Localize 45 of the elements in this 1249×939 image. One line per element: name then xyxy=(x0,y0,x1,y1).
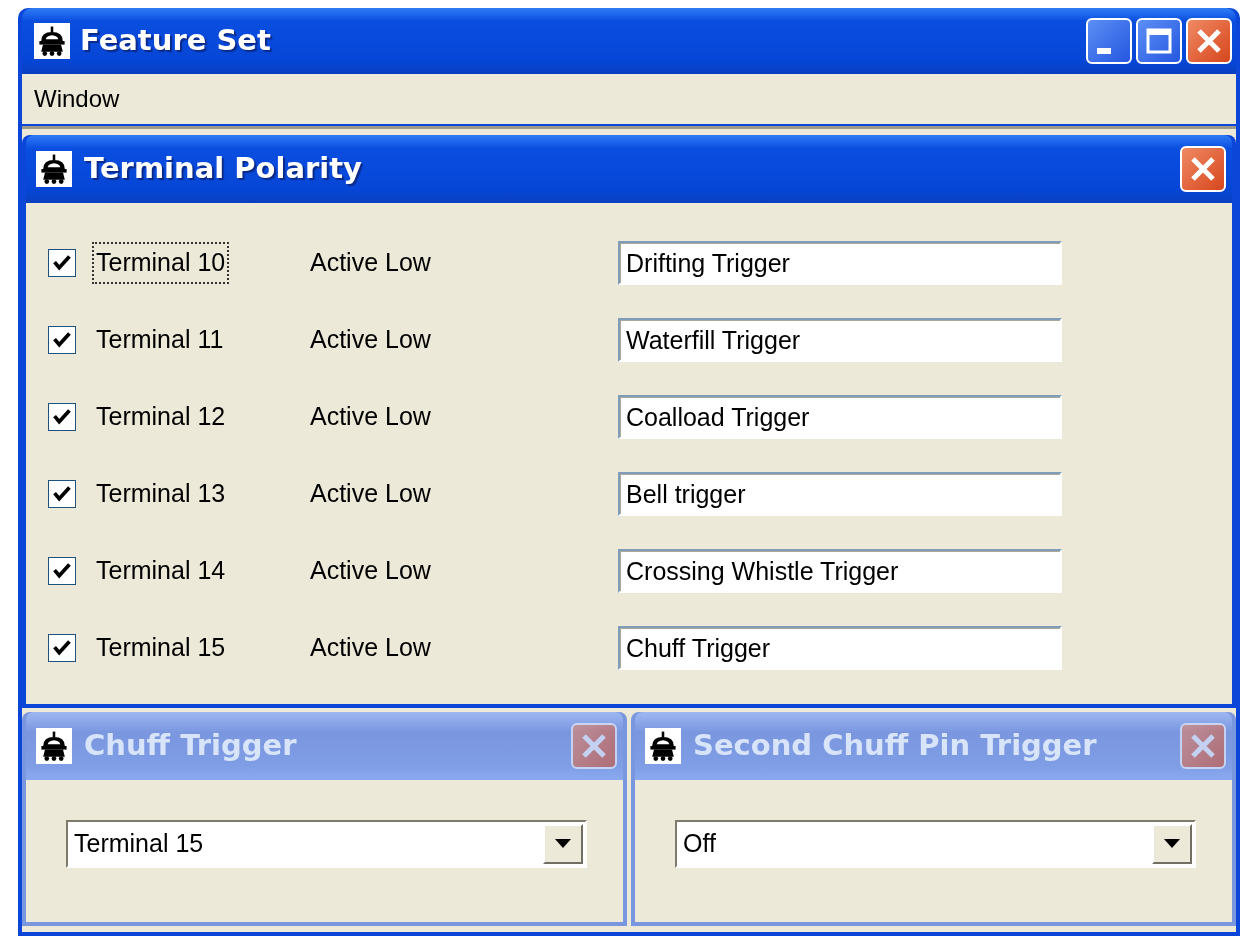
checkbox[interactable] xyxy=(48,326,76,354)
checkbox-label[interactable]: Terminal 10 xyxy=(92,242,230,284)
close-button[interactable] xyxy=(1180,146,1226,192)
child-window-title: Second Chuff Pin Trigger xyxy=(693,727,1098,765)
caret-icon xyxy=(555,839,571,849)
checkbox[interactable] xyxy=(48,403,76,431)
checkbox-label[interactable]: Terminal 15 xyxy=(92,627,230,669)
window-title: Feature Set xyxy=(80,22,272,60)
locomotive-icon xyxy=(645,728,681,764)
minimize-button[interactable] xyxy=(1086,18,1132,64)
minimize-icon xyxy=(1097,48,1111,54)
polarity-label: Active Low xyxy=(310,555,432,587)
polarity-label: Active Low xyxy=(310,478,432,510)
locomotive-icon xyxy=(34,23,70,59)
text-field[interactable]: Crossing Whistle Trigger xyxy=(618,549,1062,593)
caret-icon xyxy=(1164,839,1180,849)
checkbox-label[interactable]: Terminal 13 xyxy=(92,473,230,515)
checkbox-label[interactable]: Terminal 12 xyxy=(92,396,230,438)
checkbox-label[interactable]: Terminal 14 xyxy=(92,550,230,592)
text-field[interactable]: Coalload Trigger xyxy=(618,395,1062,439)
text-field[interactable]: Bell trigger xyxy=(618,472,1062,516)
text-field[interactable]: Drifting Trigger xyxy=(618,241,1062,285)
checkbox[interactable] xyxy=(48,557,76,585)
checkbox[interactable] xyxy=(48,249,76,277)
close-button[interactable] xyxy=(1180,723,1226,769)
text-field[interactable]: Chuff Trigger xyxy=(618,626,1062,670)
maximize-icon xyxy=(1144,26,1174,56)
close-button[interactable] xyxy=(571,723,617,769)
child-window-title: Terminal Polarity xyxy=(84,150,363,188)
locomotive-icon xyxy=(36,151,72,187)
checkbox[interactable] xyxy=(48,480,76,508)
dropdown[interactable]: Off xyxy=(675,820,1196,868)
dropdown[interactable]: Terminal 15 xyxy=(66,820,587,868)
close-button[interactable] xyxy=(1186,18,1232,64)
text-field[interactable]: Waterfill Trigger xyxy=(618,318,1062,362)
locomotive-icon xyxy=(36,728,72,764)
checkbox[interactable] xyxy=(48,634,76,662)
maximize-button[interactable] xyxy=(1136,18,1182,64)
polarity-label: Active Low xyxy=(310,324,432,356)
polarity-label: Active Low xyxy=(310,401,432,433)
checkbox-label[interactable]: Terminal 11 xyxy=(92,319,228,361)
polarity-label: Active Low xyxy=(310,632,432,664)
menu-item[interactable]: Window xyxy=(30,81,124,117)
polarity-label: Active Low xyxy=(310,247,432,279)
child-window-title: Chuff Trigger xyxy=(84,727,298,765)
